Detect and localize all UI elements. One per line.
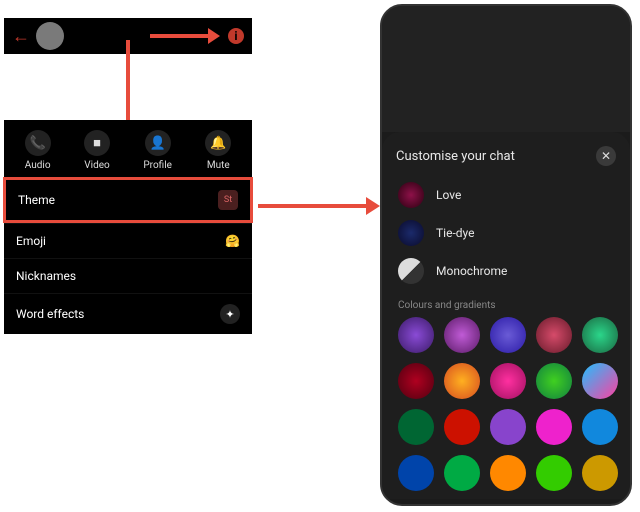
color-swatch[interactable] [398, 363, 434, 399]
customise-sheet: Customise your chat ✕ Love Tie-dye Monochr… [382, 132, 630, 499]
color-swatch[interactable] [398, 409, 434, 445]
color-swatch[interactable] [398, 455, 434, 491]
action-label: Video [84, 160, 109, 171]
color-swatch[interactable] [490, 317, 526, 353]
color-swatch[interactable] [490, 455, 526, 491]
phone-top-spacer [382, 6, 630, 132]
info-icon[interactable]: i [228, 28, 244, 44]
color-swatch[interactable] [490, 363, 526, 399]
color-swatch[interactable] [536, 455, 572, 491]
color-swatch[interactable] [582, 455, 618, 491]
action-label: Mute [207, 160, 230, 171]
theme-swatch [398, 258, 424, 284]
emoji-icon: 🤗 [225, 234, 240, 248]
option-label: Emoji [16, 234, 46, 248]
color-swatch[interactable] [536, 409, 572, 445]
color-swatch[interactable] [536, 317, 572, 353]
action-audio[interactable]: 📞 Audio [25, 130, 51, 171]
audio-icon: 📞 [25, 130, 51, 156]
close-icon[interactable]: ✕ [596, 146, 616, 166]
option-emoji[interactable]: Emoji 🤗 [4, 223, 252, 258]
color-swatch[interactable] [582, 409, 618, 445]
color-swatch[interactable] [444, 409, 480, 445]
phone-frame: Customise your chat ✕ Love Tie-dye Monochr… [380, 4, 632, 506]
theme-label: Monochrome [436, 264, 507, 278]
video-icon: ■ [84, 130, 110, 156]
theme-option[interactable]: Love [396, 176, 616, 214]
theme-label: Tie-dye [436, 226, 475, 240]
sparkle-icon: ✦ [220, 304, 240, 324]
color-swatch[interactable] [582, 363, 618, 399]
chat-settings-panel: 📞 Audio ■ Video 👤 Profile 🔔 Mute Theme St Emoji… [4, 120, 252, 334]
section-caption: Colours and gradients [398, 300, 614, 311]
action-profile[interactable]: 👤 Profile [143, 130, 172, 171]
action-mute[interactable]: 🔔 Mute [205, 130, 231, 171]
color-swatch[interactable] [444, 363, 480, 399]
option-word-effects[interactable]: Word effects ✦ [4, 293, 252, 334]
avatar[interactable] [36, 22, 64, 50]
color-swatch[interactable] [490, 409, 526, 445]
color-swatch[interactable] [536, 363, 572, 399]
theme-option[interactable]: Tie-dye [396, 214, 616, 252]
sheet-title: Customise your chat [396, 149, 515, 164]
theme-option[interactable]: Monochrome [396, 252, 616, 290]
profile-icon: 👤 [145, 130, 171, 156]
action-video[interactable]: ■ Video [84, 130, 110, 171]
option-label: Word effects [16, 307, 84, 321]
theme-swatch [398, 220, 424, 246]
option-label: Nicknames [16, 269, 76, 283]
action-label: Profile [143, 160, 172, 171]
color-swatch[interactable] [398, 317, 434, 353]
theme-badge: St [218, 190, 238, 210]
option-nicknames[interactable]: Nicknames [4, 258, 252, 293]
back-icon[interactable]: ← [12, 26, 30, 47]
option-theme[interactable]: Theme St [3, 177, 253, 223]
theme-label: Love [436, 188, 461, 202]
color-swatch[interactable] [444, 317, 480, 353]
annotation-arrow [258, 204, 368, 208]
color-swatch[interactable] [444, 455, 480, 491]
color-swatch[interactable] [582, 317, 618, 353]
action-label: Audio [25, 160, 51, 171]
mute-icon: 🔔 [205, 130, 231, 156]
theme-swatch [398, 182, 424, 208]
option-label: Theme [18, 193, 55, 207]
annotation-arrow [150, 34, 210, 38]
